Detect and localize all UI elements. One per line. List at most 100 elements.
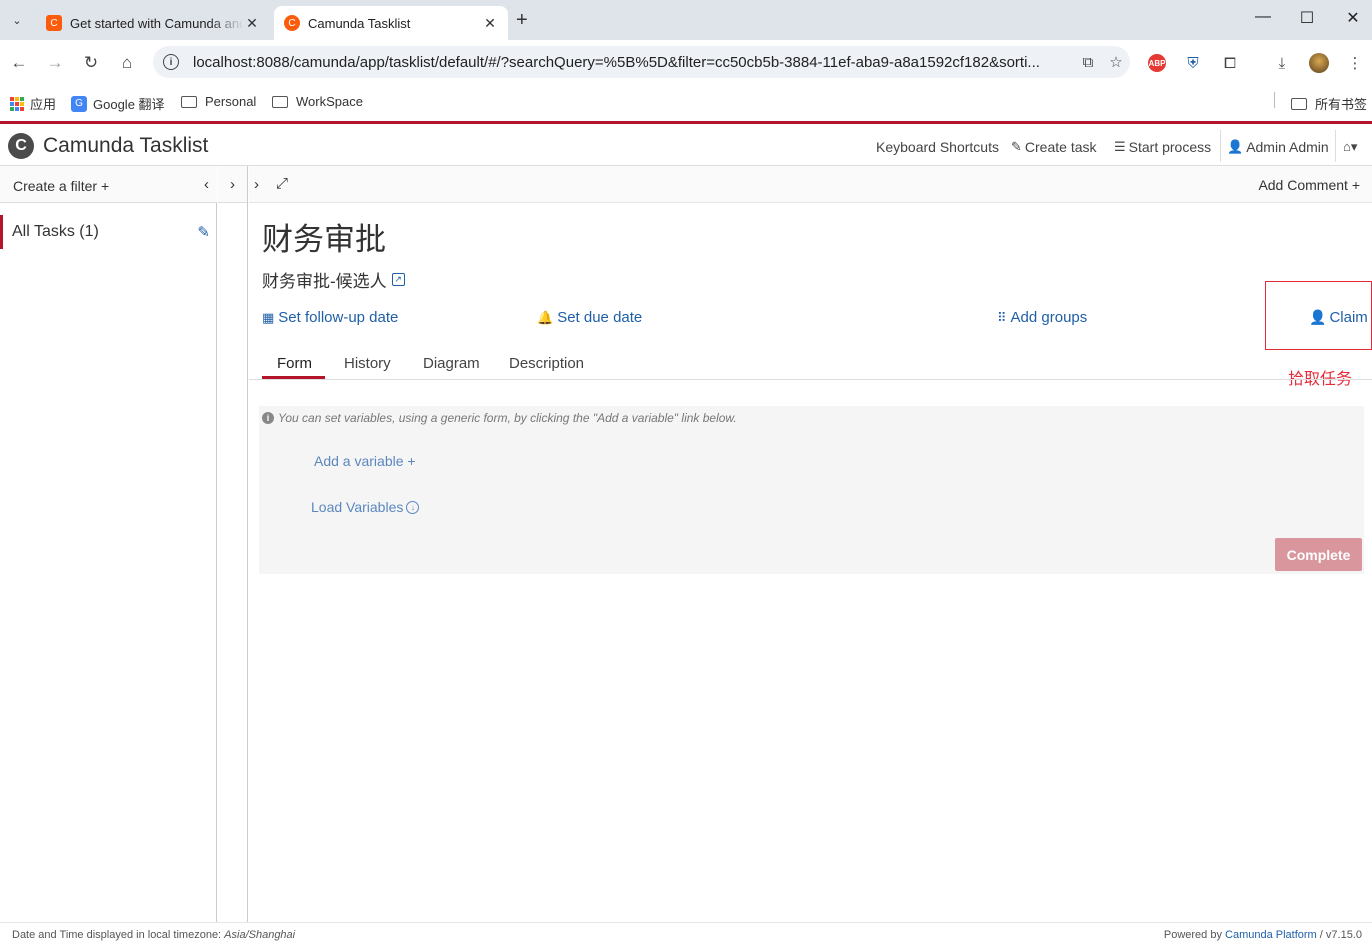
translate-icon[interactable]: ⧉	[1074, 54, 1102, 71]
camunda-favicon-icon: C	[284, 15, 300, 31]
paperclip-icon: ✎	[1011, 139, 1022, 154]
url-omnibox[interactable]: i localhost:8088/camunda/app/tasklist/de…	[153, 46, 1130, 78]
camunda-favicon-icon: C	[46, 15, 62, 31]
app-header: C Camunda Tasklist Keyboard Shortcuts ✎ …	[0, 121, 1372, 166]
generic-form-panel: i You can set variables, using a generic…	[259, 406, 1364, 574]
camunda-platform-link[interactable]: Camunda Platform	[1225, 929, 1317, 941]
task-detail-header: › ⤢ Add Comment +	[249, 166, 1372, 203]
profile-avatar[interactable]	[1308, 52, 1330, 74]
set-due-date-button[interactable]: 🔔 Set due date	[537, 309, 642, 326]
google-translate-icon: G	[71, 95, 87, 112]
calendar-icon: ▦	[262, 309, 275, 325]
bookmark-workspace[interactable]: WorkSpace	[272, 94, 363, 109]
bookmark-all-bookmarks[interactable]: 所有书签	[1291, 94, 1367, 113]
close-tab-icon[interactable]: ✕	[482, 15, 498, 32]
start-process-link[interactable]: ☰ Start process	[1114, 139, 1211, 155]
tab-search-chevron-icon[interactable]: ⌄	[6, 9, 28, 31]
keyboard-shortcuts-link[interactable]: Keyboard Shortcuts	[876, 139, 999, 155]
load-variables-link[interactable]: Load Variables ↓	[311, 499, 420, 515]
tab-diagram[interactable]: Diagram	[423, 355, 480, 372]
site-info-icon[interactable]: i	[163, 54, 179, 70]
browser-tab-title: Get started with Camunda and	[70, 15, 244, 31]
task-detail: › ⤢ Add Comment + 财务审批 财务审批-候选人 ↗ ▦ Set …	[249, 166, 1372, 922]
add-comment-button[interactable]: Add Comment +	[1258, 177, 1360, 193]
apps-grid-icon	[10, 96, 24, 111]
browser-tab-title: Camunda Tasklist	[308, 15, 411, 31]
reload-icon[interactable]: ↻	[80, 53, 102, 73]
plus-icon: +	[407, 453, 416, 469]
home-menu-icon[interactable]: ⌂▾	[1343, 139, 1360, 155]
external-link-icon: ↗	[391, 273, 405, 286]
timezone-note: Date and Time displayed in local timezon…	[12, 929, 296, 941]
browser-menu-icon[interactable]: ⋮	[1344, 52, 1366, 74]
shield-extension-icon[interactable]: ⛨	[1182, 52, 1204, 74]
task-tabs: Form History Diagram Description	[249, 346, 1372, 380]
download-circle-icon: ↓	[406, 500, 420, 514]
bookmark-google-translate[interactable]: G Google 翻译	[71, 94, 165, 113]
expand-list-chevron-icon[interactable]: ›	[230, 176, 235, 193]
set-follow-up-date-button[interactable]: ▦ Set follow-up date	[262, 309, 398, 326]
tab-form[interactable]: Form	[277, 355, 312, 372]
filter-label: All Tasks (1)	[12, 223, 99, 240]
timezone-value: Asia/Shanghai	[224, 929, 296, 941]
form-hint: i You can set variables, using a generic…	[262, 411, 737, 425]
header-divider	[1335, 130, 1336, 162]
user-icon: 👤	[1309, 309, 1327, 325]
browser-tab-get-started[interactable]: C Get started with Camunda and ✕	[36, 6, 270, 40]
folder-icon	[272, 95, 288, 108]
bookmark-star-icon[interactable]: ☆	[1102, 53, 1130, 71]
sidebar-header: Create a filter + ‹	[0, 166, 217, 203]
bookmark-personal[interactable]: Personal	[181, 94, 256, 109]
user-icon: 👤	[1227, 139, 1244, 154]
close-tab-icon[interactable]: ✕	[244, 15, 260, 32]
download-icon[interactable]: ⤓	[1271, 52, 1293, 74]
header-divider	[1220, 130, 1221, 162]
edit-pencil-icon[interactable]: ✎	[197, 223, 210, 241]
grid-icon: ⠿	[997, 309, 1007, 325]
browser-tab-bar: ⌄ C Get started with Camunda and ✕ C Cam…	[0, 0, 1372, 40]
adblock-extension-icon[interactable]: ABP	[1146, 52, 1168, 74]
back-arrow-icon[interactable]: ←	[8, 53, 30, 73]
tab-description[interactable]: Description	[509, 355, 584, 372]
add-groups-button[interactable]: ⠿ Add groups	[997, 309, 1087, 326]
plus-icon: +	[1351, 177, 1360, 193]
bell-icon: 🔔	[537, 309, 554, 325]
bookmark-apps[interactable]: 应用	[10, 94, 56, 113]
folder-icon	[181, 95, 197, 108]
tab-history[interactable]: History	[344, 355, 391, 372]
collapse-sidebar-chevron-icon[interactable]: ‹	[204, 176, 209, 193]
folder-icon	[1291, 97, 1307, 110]
info-icon: i	[262, 412, 274, 424]
new-tab-plus-icon[interactable]: +	[516, 9, 528, 32]
camunda-logo-icon: C	[8, 133, 34, 159]
extensions-puzzle-icon[interactable]: ⧠	[1219, 52, 1241, 74]
list-icon: ☰	[1114, 139, 1126, 154]
maximize-window-icon[interactable]: ☐	[1284, 8, 1330, 28]
page-footer: Date and Time displayed in local timezon…	[0, 922, 1372, 944]
expand-chevron-icon[interactable]: ›	[254, 176, 259, 193]
forward-arrow-icon[interactable]: →	[44, 53, 66, 73]
user-menu[interactable]: 👤 Admin Admin	[1227, 139, 1329, 155]
minimize-window-icon[interactable]: —	[1240, 8, 1286, 26]
add-variable-link[interactable]: Add a variable +	[314, 453, 416, 469]
close-window-icon[interactable]: ✕	[1330, 8, 1372, 28]
bookmark-separator	[1274, 92, 1275, 108]
app-brand[interactable]: Camunda Tasklist	[43, 134, 208, 158]
maximize-icon[interactable]: ⤢	[276, 175, 288, 192]
task-title: 财务审批	[262, 222, 386, 257]
task-subtitle-link[interactable]: 财务审批-候选人 ↗	[262, 267, 405, 292]
filters-sidebar: Create a filter + ‹ All Tasks (1) ✎	[0, 166, 217, 922]
claim-button[interactable]: 👤 Claim	[1309, 309, 1368, 326]
url-text[interactable]: localhost:8088/camunda/app/tasklist/defa…	[193, 54, 1074, 71]
powered-by: Powered by Camunda Platform / v7.15.0	[1163, 929, 1362, 941]
browser-address-bar: ← → ↻ ⌂ i localhost:8088/camunda/app/tas…	[0, 40, 1372, 86]
plus-icon: +	[100, 178, 110, 194]
create-filter-button[interactable]: Create a filter +	[13, 178, 109, 194]
task-list-column: ›	[218, 166, 248, 922]
home-icon[interactable]: ⌂	[116, 53, 138, 73]
browser-tab-tasklist[interactable]: C Camunda Tasklist ✕	[274, 6, 508, 40]
create-task-link[interactable]: ✎ Create task	[1011, 139, 1097, 155]
active-tab-indicator	[262, 376, 325, 379]
complete-button[interactable]: Complete	[1275, 538, 1362, 571]
filter-item-all-tasks[interactable]: All Tasks (1) ✎	[0, 215, 216, 249]
